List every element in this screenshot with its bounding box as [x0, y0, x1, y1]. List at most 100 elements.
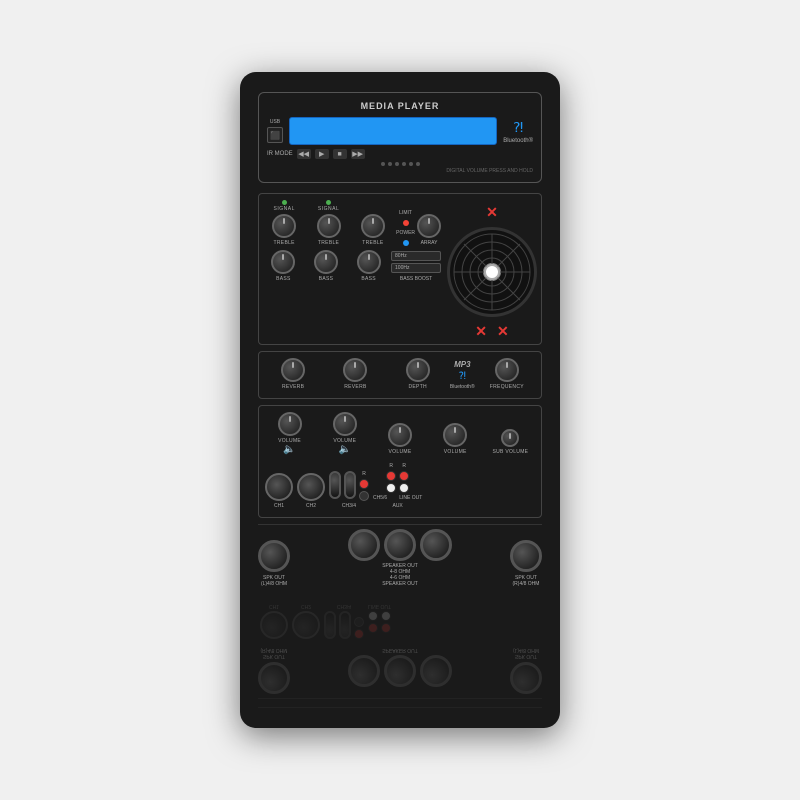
ch2-signal-led	[326, 200, 331, 205]
lcd-display	[289, 117, 497, 145]
ch1-bass-group: BASS	[263, 250, 304, 282]
reflection-center-label: SPEAKER OUT	[382, 647, 418, 653]
ch34-rca-red[interactable]	[359, 479, 369, 489]
spk-out-left-jack[interactable]	[258, 540, 290, 572]
ch2-bass-knob[interactable]	[314, 250, 338, 274]
ch56-line-jacks: R R	[386, 463, 409, 493]
reflection-center: SPEAKER OUT	[348, 647, 452, 687]
ch2-bass-group: BASS	[306, 250, 347, 282]
sub-vol-group: SUB VOLUME	[484, 429, 537, 455]
ch34-vol-knob[interactable]	[388, 423, 412, 447]
depth-label: DEPTH	[409, 384, 427, 390]
next-button[interactable]: ▶▶	[351, 149, 365, 159]
line-out-rca-red[interactable]	[399, 471, 409, 481]
ch56-jack-group: R R CH5/6 LINE OUT AUX	[373, 463, 422, 509]
spk-out-right-label: SPK OUT(R)4/8 OHM	[513, 575, 540, 587]
speaker-out-jack-1[interactable]	[348, 529, 380, 561]
digital-label: DIGITAL VOLUME PRESS AND HOLD	[267, 168, 533, 174]
ch56-label: CH5/6	[373, 495, 387, 501]
bass-100hz-button[interactable]: 100Hz	[391, 263, 441, 273]
x-mark-bottom-right: ✕	[497, 323, 509, 340]
right-col: ✕	[447, 200, 537, 340]
ch1-bass-knob[interactable]	[271, 250, 295, 274]
ch2-speaker-icon: 🔈	[339, 444, 351, 455]
bass-80hz-button[interactable]: 80Hz	[391, 251, 441, 261]
ch34-rca-black[interactable]	[359, 491, 369, 501]
media-player-section: MEDIA PLAYER USB ⬛ ⁈ Bluetooth® IR MODE …	[258, 92, 542, 183]
bass-80hz-label: 80Hz	[395, 253, 407, 259]
reflection-jack-row: CH1 CH2 CH3/4	[258, 599, 542, 643]
ref-ch1-jack	[260, 611, 288, 639]
reverb2-group: REVERB	[325, 358, 385, 390]
usb-port: ⬛	[267, 127, 283, 143]
speaker-out-jack-2[interactable]	[384, 529, 416, 561]
ch1-vol-group: VOLUME 🔈	[263, 412, 316, 455]
mode-dot-4	[402, 162, 406, 166]
limit-label: LIMIT	[399, 210, 412, 216]
ch1-treble-knob[interactable]	[272, 214, 296, 238]
ch56-vol-knob[interactable]	[443, 423, 467, 447]
ch1-vol-knob[interactable]	[278, 412, 302, 436]
ch3-bass-knob[interactable]	[357, 250, 381, 274]
reverb2-knob[interactable]	[343, 358, 367, 382]
ch2-xlr-jack[interactable]	[297, 473, 325, 501]
ch56-rca-white[interactable]	[386, 483, 396, 493]
array-knob[interactable]	[417, 214, 441, 238]
play-button[interactable]: ▶	[315, 149, 329, 159]
power-led	[403, 240, 409, 246]
mode-dot-6	[416, 162, 420, 166]
ch56-rca-red[interactable]	[386, 471, 396, 481]
bass-boost-label: BASS BOOST	[400, 276, 432, 282]
stop-button[interactable]: ■	[333, 149, 347, 159]
speaker-out-jack-3[interactable]	[420, 529, 452, 561]
speaker-out-label: SPEAKER OUT4-8 OHM4-6 OHMSPEAKER OUT	[382, 563, 418, 587]
limit-power-col: LIMIT POWER	[396, 210, 415, 246]
usb-label: USB	[270, 119, 280, 125]
ch56-rca-pair: R	[386, 463, 396, 493]
reflection-jack-left	[258, 662, 290, 694]
ch34-jack-group: R CH3/4	[329, 471, 369, 509]
bass-boost-section: 80Hz 100Hz BASS BOOST	[391, 251, 441, 282]
reflection-jack-1	[348, 655, 380, 687]
ch2-treble-knob[interactable]	[317, 214, 341, 238]
depth-knob[interactable]	[406, 358, 430, 382]
ch2-treble-label: TREBLE	[318, 240, 339, 246]
bluetooth-icon: ⁈	[513, 119, 523, 136]
mp3-bluetooth-icon: ⁈	[459, 371, 466, 382]
mode-dot-5	[409, 162, 413, 166]
ch3-treble-knob[interactable]	[361, 214, 385, 238]
ch34-jack-2[interactable]	[344, 471, 356, 499]
mp3-bt-section: MP3 ⁈ Bluetooth®	[450, 360, 475, 390]
sub-vol-knob[interactable]	[501, 429, 519, 447]
ch2-vol-knob[interactable]	[333, 412, 357, 436]
reverb1-knob[interactable]	[281, 358, 305, 382]
array-label: ARRAY	[421, 240, 438, 246]
ch1-treble-label: TREBLE	[274, 240, 295, 246]
ch1-jack-group: CH1	[265, 473, 293, 509]
frequency-knob[interactable]	[495, 358, 519, 382]
mp3-bluetooth-label: Bluetooth®	[450, 384, 475, 390]
ch2-treble-group: SIGNAL TREBLE	[307, 200, 349, 246]
ch34-jack-1[interactable]	[329, 471, 341, 499]
x-marks-bottom: ✕ ✕	[475, 323, 508, 340]
reflection-spk-right: SPK OUT(L)4/8 OHM	[510, 647, 542, 694]
ref-ch34: CH3/4	[324, 603, 364, 639]
prev-button[interactable]: ◀◀	[297, 149, 311, 159]
reverb1-label: REVERB	[282, 384, 304, 390]
spk-out-right-jack[interactable]	[510, 540, 542, 572]
depth-group: DEPTH	[388, 358, 448, 390]
frequency-label: FREQUENCY	[490, 384, 524, 390]
ir-mode-label: IR MODE	[267, 151, 293, 157]
ch2-signal-label: SIGNAL	[318, 206, 339, 212]
spk-out-row: SPK OUT(L)4/8 OHM SPEAKER OUT4-8 OHM4-6 …	[258, 524, 542, 591]
ref-ch56-line: LINE OUT	[368, 603, 391, 633]
mp3-label: MP3	[454, 360, 470, 369]
ch3-treble-label: TREBLE	[362, 240, 383, 246]
ch34-label: CH3/4	[342, 503, 356, 509]
ch3-treble-group: TREBLE	[352, 206, 394, 246]
ch1-xlr-jack[interactable]	[265, 473, 293, 501]
line-out-rca-white[interactable]	[399, 483, 409, 493]
treble-bass-section: SIGNAL TREBLE SIGNAL TREBLE	[258, 193, 542, 345]
ch1-treble-group: SIGNAL TREBLE	[263, 200, 305, 246]
ch56-line-labels: CH5/6 LINE OUT	[373, 495, 422, 501]
